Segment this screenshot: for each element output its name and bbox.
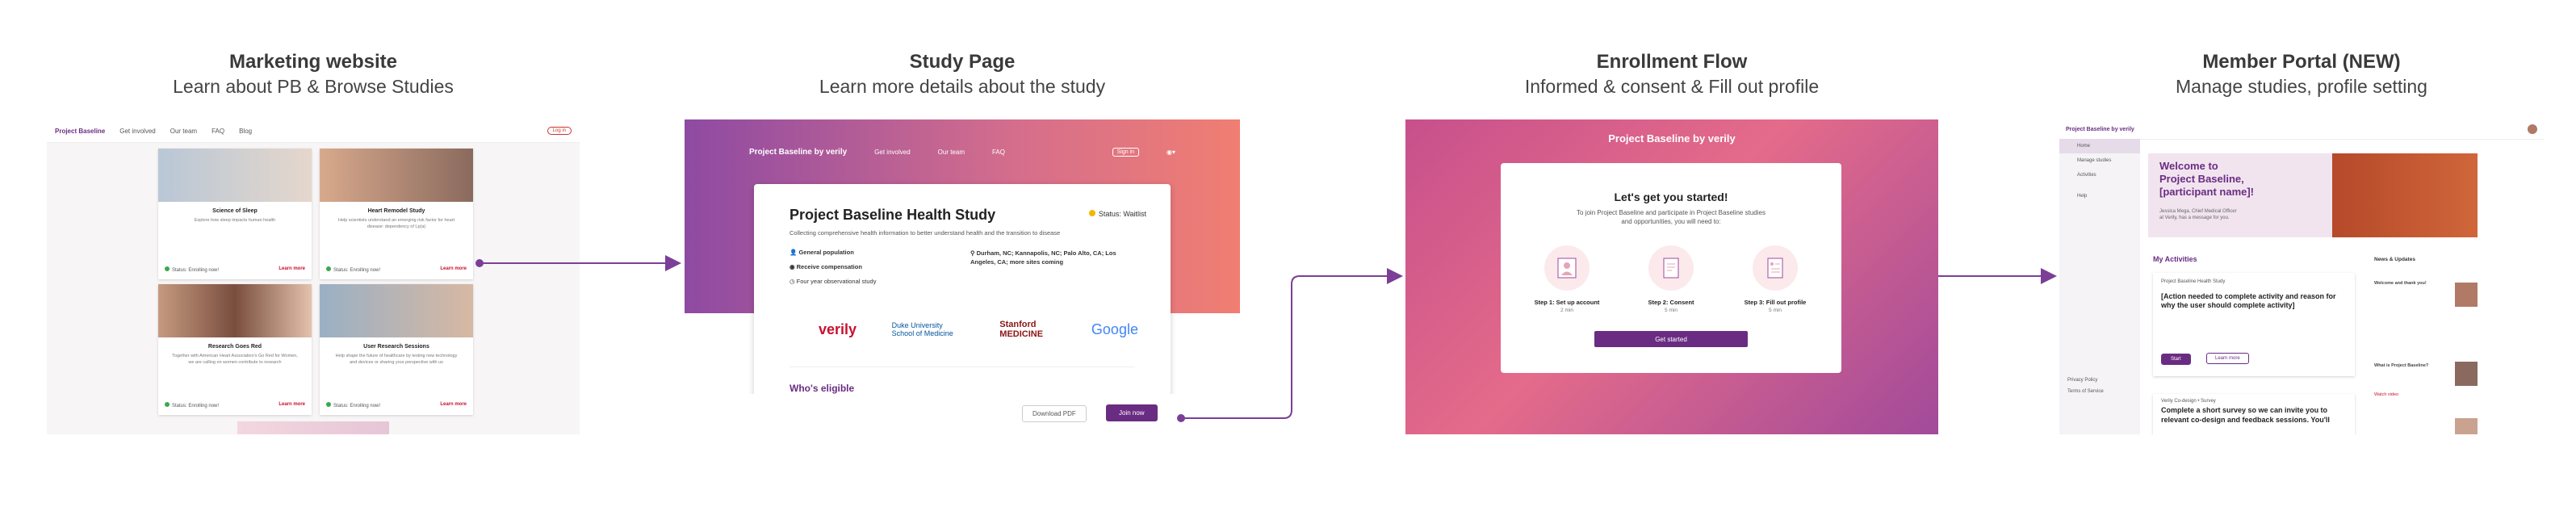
flow-connectors xyxy=(475,255,2057,422)
connector-study-to-enrollment xyxy=(1181,268,1403,419)
